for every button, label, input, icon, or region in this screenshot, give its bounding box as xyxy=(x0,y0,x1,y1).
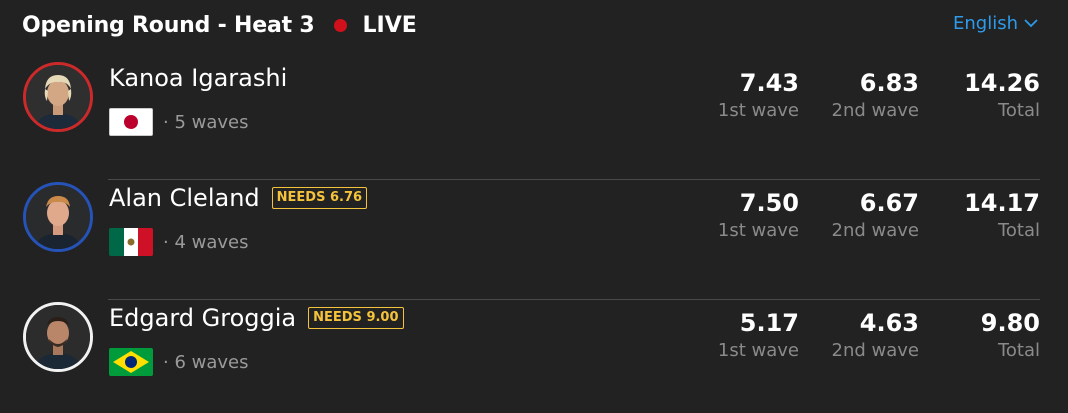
heat-scoreboard: Opening Round - Heat 3 LIVE English Kano… xyxy=(0,0,1068,413)
surfer-row[interactable]: Alan Cleland NEEDS 6.76 · 4 waves 7.50 1… xyxy=(0,180,1068,300)
second-wave-score: 6.67 2nd wave xyxy=(832,188,920,244)
total-value: 14.26 xyxy=(964,69,1040,97)
first-wave-score: 7.50 1st wave xyxy=(718,188,799,244)
heat-header: Opening Round - Heat 3 LIVE xyxy=(22,8,417,42)
total-label: Total xyxy=(997,220,1040,241)
surfer-meta: · 6 waves xyxy=(109,348,248,376)
wave-count: · 6 waves xyxy=(163,351,249,373)
first-wave-score: 7.43 1st wave xyxy=(718,68,799,124)
live-label: LIVE xyxy=(362,12,417,38)
second-wave-label: 2nd wave xyxy=(831,220,920,241)
first-wave-label: 1st wave xyxy=(717,340,799,361)
total-score: 9.80 Total xyxy=(981,308,1040,364)
total-value: 14.17 xyxy=(964,189,1040,217)
live-indicator-icon xyxy=(334,18,348,32)
second-wave-score: 4.63 2nd wave xyxy=(832,308,920,364)
needs-badge: NEEDS 6.76 xyxy=(271,187,368,209)
first-wave-value: 5.17 xyxy=(739,309,799,337)
first-wave-label: 1st wave xyxy=(717,220,799,241)
surfer-name-line: Alan Cleland NEEDS 6.76 xyxy=(109,184,368,212)
japan-flag-icon xyxy=(109,108,153,136)
first-wave-value: 7.43 xyxy=(739,69,799,97)
wave-count: · 4 waves xyxy=(163,231,249,253)
surfer-name-line: Kanoa Igarashi xyxy=(109,64,287,92)
total-value: 9.80 xyxy=(980,309,1040,337)
surfer-row[interactable]: Kanoa Igarashi · 5 waves 7.43 1st wave 6… xyxy=(0,60,1068,180)
total-label: Total xyxy=(997,340,1040,361)
surfer-name-line: Edgard Groggia NEEDS 9.00 xyxy=(109,304,404,332)
second-wave-value: 4.63 xyxy=(859,309,919,337)
heat-title: Opening Round - Heat 3 xyxy=(22,12,315,38)
surfer-meta: · 4 waves xyxy=(109,228,248,256)
chevron-down-icon xyxy=(1024,19,1038,28)
mexico-flag-icon xyxy=(109,228,153,256)
avatar xyxy=(23,182,93,252)
first-wave-score: 5.17 1st wave xyxy=(718,308,799,364)
needs-badge: NEEDS 9.00 xyxy=(308,307,404,329)
surfer-name: Alan Cleland xyxy=(109,184,260,212)
brazil-flag-icon xyxy=(109,348,153,376)
language-label: English xyxy=(953,13,1018,34)
total-score: 14.17 Total xyxy=(964,188,1040,244)
second-wave-score: 6.83 2nd wave xyxy=(832,68,920,124)
surfer-name: Kanoa Igarashi xyxy=(109,64,288,92)
language-selector[interactable]: English xyxy=(953,13,1038,34)
total-score: 14.26 Total xyxy=(964,68,1040,124)
surfer-row[interactable]: Edgard Groggia NEEDS 9.00 · 6 waves 5.17… xyxy=(0,300,1068,413)
surfer-meta: · 5 waves xyxy=(109,108,248,136)
second-wave-value: 6.67 xyxy=(859,189,919,217)
total-label: Total xyxy=(997,100,1040,121)
second-wave-label: 2nd wave xyxy=(831,100,920,121)
second-wave-label: 2nd wave xyxy=(831,340,920,361)
first-wave-value: 7.50 xyxy=(739,189,799,217)
surfer-name: Edgard Groggia xyxy=(109,304,297,332)
avatar xyxy=(23,62,93,132)
wave-count: · 5 waves xyxy=(163,111,249,133)
first-wave-label: 1st wave xyxy=(717,100,799,121)
avatar xyxy=(23,302,93,372)
second-wave-value: 6.83 xyxy=(859,69,919,97)
